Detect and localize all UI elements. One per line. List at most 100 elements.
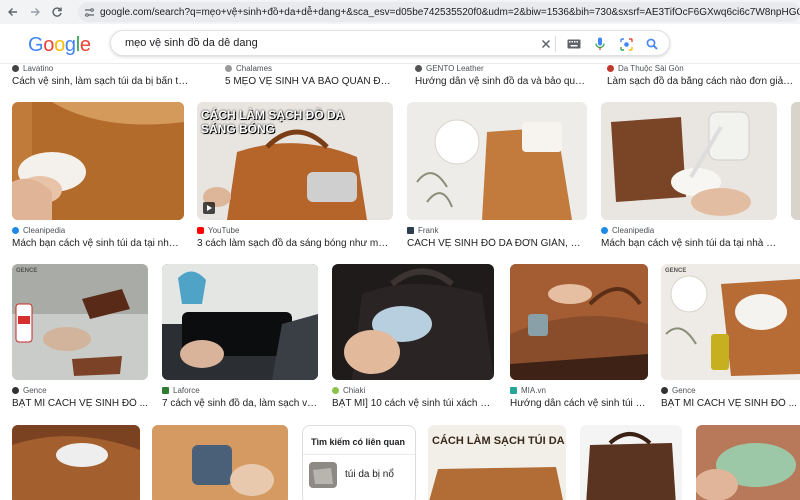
search-icon[interactable] — [643, 35, 661, 53]
related-searches-card: Tìm kiếm có liên quan túi da bị nổ — [302, 425, 416, 500]
result-card[interactable] — [12, 425, 140, 500]
result-thumbnail[interactable] — [12, 102, 184, 220]
close-icon[interactable] — [537, 35, 555, 53]
result-title[interactable]: Làm sạch đồ da bằng cách nào đơn giản v.… — [607, 76, 797, 87]
result-thumbnail[interactable]: GENCE — [12, 264, 148, 380]
result-thumbnail[interactable] — [580, 425, 682, 500]
result-title[interactable]: Mách bạn cách vệ sinh túi da tại nhà s..… — [601, 238, 777, 249]
result-card[interactable]: CÁCH LÀM SẠCH TÚI DA — [428, 425, 566, 500]
site-favicon — [12, 387, 19, 394]
address-bar[interactable]: google.com/search?q=mẹo+vệ+sinh+đồ+da+dễ… — [78, 2, 800, 22]
result-source: Frank — [407, 226, 438, 235]
source-name: Cleanipedia — [612, 226, 655, 235]
result-thumbnail[interactable]: GENCE — [661, 264, 800, 380]
related-thumbnail[interactable] — [309, 462, 337, 488]
back-button[interactable] — [2, 1, 24, 23]
site-favicon — [12, 65, 19, 72]
result-title[interactable]: CÁCH VỆ SINH ĐỒ DA ĐƠN GIẢN, HI... — [407, 238, 587, 249]
result-title[interactable]: BẬT MÍ] 10 cách vệ sinh túi xách d... — [332, 398, 494, 409]
result-source: Lavatino — [12, 64, 53, 73]
result-thumbnail[interactable] — [162, 264, 318, 380]
result-card[interactable]: Chiaki BẬT MÍ] 10 cách vệ sinh túi xách … — [332, 264, 494, 414]
result-thumbnail[interactable]: CÁCH LÀM SẠCH ĐỒ DA SÁNG BÓNG — [197, 102, 393, 220]
result-title[interactable]: Hướng dẫn cách vệ sinh túi đ... — [510, 398, 648, 409]
logo-letter: o — [54, 34, 65, 56]
site-favicon — [332, 387, 339, 394]
result-thumbnail[interactable] — [332, 264, 494, 380]
result-title[interactable]: 3 cách làm sạch đồ da sáng bóng như mới … — [197, 238, 393, 249]
result-card[interactable]: Laforce 7 cách vệ sinh đồ da, làm sạch v… — [162, 264, 318, 414]
result-card[interactable]: Da Thuộc Sài Gòn Làm sạch đồ da bằng các… — [607, 64, 797, 90]
site-info-icon[interactable] — [84, 5, 95, 19]
browser-toolbar: google.com/search?q=mẹo+vệ+sinh+đồ+da+dễ… — [0, 0, 800, 24]
related-searches-heading: Tìm kiếm có liên quan — [311, 437, 406, 447]
result-thumbnail[interactable] — [601, 102, 777, 220]
result-title[interactable]: BẬT MÍ CÁCH VỆ SINH ĐỒ ... — [661, 398, 800, 409]
result-thumbnail[interactable] — [510, 264, 648, 380]
result-card[interactable]: Chalames 5 MẸO VỆ SINH VÀ BẢO QUẢN ĐỒ D.… — [225, 64, 395, 90]
site-favicon — [661, 387, 668, 394]
result-card[interactable]: GENTO Leather Hướng dẫn vệ sinh đồ da và… — [415, 64, 590, 90]
result-thumbnail[interactable] — [791, 102, 800, 220]
source-name: Gence — [672, 386, 696, 395]
result-card[interactable]: MIA.vn Hướng dẫn cách vệ sinh túi đ... — [510, 264, 648, 414]
result-title[interactable]: 5 MẸO VỆ SINH VÀ BẢO QUẢN ĐỒ D... — [225, 76, 395, 87]
lens-icon[interactable] — [617, 35, 635, 53]
site-favicon — [510, 387, 517, 394]
site-favicon — [162, 387, 169, 394]
result-source: Gence — [661, 386, 696, 395]
result-title[interactable]: Hướng dẫn vệ sinh đồ da và bảo quản ... — [415, 76, 590, 87]
result-card[interactable]: Frank CÁCH VỆ SINH ĐỒ DA ĐƠN GIẢN, HI... — [407, 102, 587, 252]
result-card[interactable]: Cleanipedia Mách bạn cách vệ sinh túi da… — [12, 102, 184, 252]
source-name: GENTO Leather — [426, 64, 484, 73]
result-title[interactable]: BẬT MÍ CÁCH VỆ SINH ĐỒ ... — [12, 398, 148, 409]
result-source: Chiaki — [332, 386, 365, 395]
result-card[interactable]: CÁCH LÀM SẠCH ĐỒ DA SÁNG BÓNG YouTube 3 … — [197, 102, 393, 252]
result-card[interactable] — [696, 425, 800, 500]
logo-letter: e — [79, 34, 91, 56]
forward-button[interactable] — [24, 1, 46, 23]
url-text: google.com/search?q=mẹo+vệ+sinh+đồ+da+dễ… — [100, 6, 800, 18]
image-results-grid: Lavatino Cách vệ sinh, làm sạch túi da b… — [0, 64, 800, 500]
source-name: Chiaki — [343, 386, 366, 395]
mic-icon[interactable] — [591, 35, 609, 53]
result-thumbnail[interactable] — [152, 425, 288, 500]
site-favicon — [607, 65, 614, 72]
result-thumbnail[interactable] — [407, 102, 587, 220]
search-input[interactable] — [125, 34, 525, 52]
related-search-link[interactable]: túi da bị nổ — [345, 469, 394, 480]
keyboard-icon[interactable] — [565, 35, 583, 53]
result-title[interactable]: Cách vệ sinh, làm sạch túi da bị bẩn trở… — [12, 76, 190, 87]
result-source: Gence — [12, 386, 47, 395]
watermark-text: GENCE — [665, 268, 687, 274]
result-card[interactable] — [152, 425, 288, 500]
site-favicon — [225, 65, 232, 72]
result-card[interactable]: Lavatino Cách vệ sinh, làm sạch túi da b… — [12, 64, 190, 90]
result-card[interactable]: GENCE Gence BẬT MÍ CÁCH VỆ SINH ĐỒ ... — [661, 264, 800, 414]
source-name: Frank — [418, 226, 439, 235]
result-source: Cleanipedia — [601, 226, 654, 235]
source-name: Cleanipedia — [23, 226, 66, 235]
logo-letter: G — [28, 34, 44, 56]
result-source: Laforce — [162, 386, 200, 395]
site-favicon — [601, 227, 608, 234]
search-box[interactable] — [110, 30, 670, 56]
source-name: Lavatino — [23, 64, 54, 73]
result-thumbnail[interactable]: CÁCH LÀM SẠCH TÚI DA — [428, 425, 566, 500]
source-name: Laforce — [173, 386, 200, 395]
result-thumbnail[interactable] — [696, 425, 800, 500]
result-thumbnail[interactable] — [12, 425, 140, 500]
result-card[interactable]: GENCE Gence BẬT MÍ CÁCH VỆ SINH ĐỒ ... — [12, 264, 148, 414]
result-title[interactable]: Mách bạn cách vệ sinh túi da tại nhà ... — [12, 238, 184, 249]
result-source: Chalames — [225, 64, 272, 73]
result-title[interactable]: 7 cách vệ sinh đồ da, làm sạch vế... — [162, 398, 318, 409]
result-card[interactable] — [580, 425, 682, 500]
site-favicon — [415, 65, 422, 72]
google-logo[interactable]: Google — [28, 34, 91, 57]
result-source: YouTube — [197, 226, 239, 235]
reload-icon — [52, 7, 62, 17]
arrow-left-icon — [8, 8, 17, 16]
result-card[interactable]: Cleanipedia Mách bạn cách vệ sinh túi da… — [601, 102, 777, 252]
result-card[interactable] — [791, 102, 800, 252]
reload-button[interactable] — [46, 1, 68, 23]
